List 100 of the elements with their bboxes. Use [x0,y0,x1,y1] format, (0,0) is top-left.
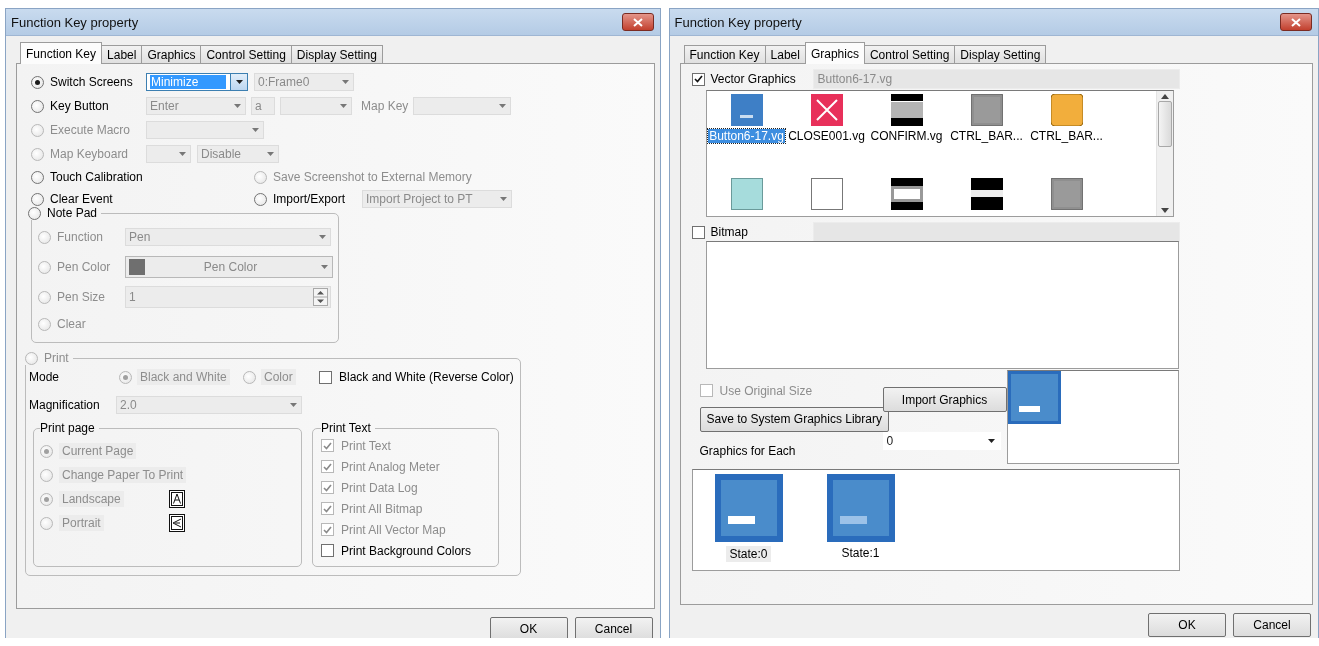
tab[interactable]: Display Setting [290,45,383,64]
close-icon [632,17,643,27]
import-button[interactable]: Import Graphics [882,387,1007,412]
graphic-thumbnail [810,94,843,126]
field-label: Graphics for Each [699,443,797,458]
caret-icon [339,104,347,108]
caret-icon [320,265,328,269]
radio-label: Switch Screens [50,75,133,89]
radio-button[interactable] [31,99,44,113]
caret-icon [988,439,995,443]
radio-button[interactable] [31,75,44,89]
checkbox-label: Print All Bitmap [341,501,423,516]
scrollbar[interactable] [1155,91,1173,216]
radio-button[interactable] [40,492,53,506]
close-button[interactable] [621,13,654,31]
caret-icon [341,80,349,84]
ok-button[interactable]: OK [489,617,568,638]
radio-button[interactable] [40,516,53,530]
checkbox[interactable] [321,439,334,452]
radio-label: Clear Event [50,192,113,206]
tab[interactable]: Control Setting [863,45,956,64]
scroll-up-arrow-icon[interactable] [1160,94,1169,99]
tab[interactable]: Function Key [20,42,103,64]
file-name-field[interactable] [812,222,1180,242]
graphic-thumbnail [810,178,843,210]
checkbox[interactable] [319,370,332,384]
graphic-thumbnail [890,178,923,210]
radio-button[interactable] [38,290,51,304]
radio-button[interactable] [254,192,267,206]
page-orientation-icon [169,514,185,532]
file-name[interactable]: CTRL_BAR... [1029,129,1104,143]
radio-label: Touch Calibration [50,170,143,184]
button-graphic-icon [714,474,783,542]
radio-label: Print [44,351,69,365]
radio-label: Note Pad [47,206,98,220]
radio-label: Save Screenshot to External Memory [273,170,472,184]
checkbox[interactable] [321,523,334,536]
tab[interactable]: Control Setting [200,45,292,64]
radio-label: Black and White [137,369,230,385]
checkbox[interactable] [691,72,705,86]
checkbox-label: Use Original Size [719,383,813,398]
tab[interactable]: Function Key [683,45,766,64]
save-button[interactable]: Save to System Graphics Library [699,406,889,432]
tab[interactable]: Graphics [804,42,865,64]
field-label: Map Key [361,99,409,113]
group-title: Print Text [321,421,371,435]
radio-label: Import/Export [273,192,346,206]
close-button[interactable] [1280,13,1312,31]
tab[interactable]: Label [764,45,806,64]
radio-button[interactable] [31,192,44,206]
checkbox[interactable] [691,225,705,239]
file-name[interactable]: CTRL_BAR... [949,129,1024,143]
checkbox[interactable] [321,502,334,515]
graphic-thumbnail [970,94,1003,126]
scroll-down-arrow-icon[interactable] [1160,208,1169,213]
checkbox-label: Print Text [341,438,391,453]
state-label[interactable]: State:1 [841,546,880,560]
checkbox-label: Print All Vector Map [341,522,446,537]
graphic-thumbnail [730,178,763,210]
graphic-thumbnail [890,94,923,126]
tab[interactable]: Label [101,45,143,64]
field-label: Mode [29,370,60,384]
checkbox-label: Print Data Log [341,480,418,495]
cancel-button[interactable]: Cancel [1233,613,1311,637]
tab[interactable]: Display Setting [954,45,1047,64]
checkbox[interactable] [321,481,334,494]
radio-button[interactable] [38,317,51,331]
checkbox[interactable] [321,460,334,473]
radio-button[interactable] [38,260,51,274]
checkbox[interactable] [699,384,713,397]
checkbox[interactable] [321,544,334,557]
radio-label: Function [57,230,104,244]
graphic-thumbnail [1050,94,1083,126]
cancel-button[interactable]: Cancel [574,617,653,638]
radio-button[interactable] [28,206,41,220]
state-label[interactable]: State:0 [726,546,771,562]
checkbox-label: Vector Graphics [710,72,796,86]
file-name[interactable]: CONFIRM.vg [869,129,944,143]
radio-button[interactable] [25,351,38,365]
radio-button[interactable] [31,170,44,184]
checkbox-label: Bitmap [710,225,748,239]
radio-button[interactable] [38,230,51,244]
dropdown[interactable]: 0 [882,432,1001,450]
file-name[interactable]: CLOSE001.vg [787,129,866,143]
caret-icon [499,197,507,201]
radio-button[interactable] [40,444,53,458]
window-title: Function Key property [674,14,802,30]
radio-label: Landscape [59,491,124,507]
tab[interactable]: Graphics [141,45,202,64]
checkbox-label: Print Background Colors [341,543,472,558]
ok-button[interactable]: OK [1148,613,1226,637]
checkbox-label: Black and White (Reverse Color) [339,370,514,384]
radio-label: Portrait [59,515,104,531]
radio-button[interactable] [119,370,132,384]
radio-button[interactable] [40,468,53,482]
field-label: Magnification [29,398,100,412]
radio-label: Clear [57,317,86,331]
caret-icon [178,152,186,156]
caret-icon [251,128,259,132]
radio-button[interactable] [243,370,256,384]
